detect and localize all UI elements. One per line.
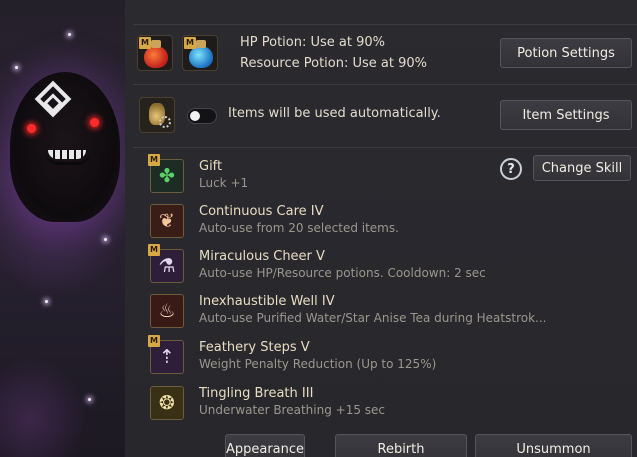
skill-row-inexhaustible-well[interactable]: ♨ Inexhaustible Well IV Auto-use Purifie… [148, 292, 628, 334]
sparkle [45, 300, 48, 303]
fairy-icon: ❦ [150, 204, 184, 238]
hp-potion-icon [144, 46, 168, 68]
divider [133, 147, 637, 148]
pet-right-eye [90, 118, 99, 127]
sparkle [88, 398, 91, 401]
skill-name: Tingling Breath III [199, 386, 314, 401]
sparkle [104, 238, 107, 241]
item-settings-button[interactable]: Item Settings [500, 100, 632, 130]
bubbles-icon: ❂ [150, 386, 184, 420]
divider [133, 24, 637, 25]
gear-icon [159, 116, 171, 128]
teacup-icon: ♨ [150, 294, 184, 328]
skill-desc: Auto-use HP/Resource potions. Cooldown: … [199, 266, 486, 280]
auto-use-toggle[interactable] [187, 108, 217, 124]
auto-use-label: Items will be used automatically. [228, 106, 441, 121]
skill-row-continuous-care[interactable]: ❦ Continuous Care IV Auto-use from 20 se… [148, 202, 628, 244]
hp-potion-threshold: HP Potion: Use at 90% [240, 35, 385, 50]
m-badge: M [184, 37, 196, 49]
unsummon-button[interactable]: Unsummon [475, 434, 632, 457]
skill-desc: Underwater Breathing +15 sec [199, 403, 386, 417]
skill-row-gift[interactable]: ✤ M Gift Luck +1 [148, 154, 628, 199]
pet-portrait [0, 0, 125, 457]
skill-name: Continuous Care IV [199, 204, 324, 219]
divider [133, 84, 637, 85]
toggle-knob [190, 111, 200, 121]
skill-row-tingling-breath[interactable]: ❂ Tingling Breath III Underwater Breathi… [148, 384, 628, 426]
items-slot [139, 97, 175, 133]
skill-row-miraculous-cheer[interactable]: ⚗ M Miraculous Cheer V Auto-use HP/Resou… [148, 244, 628, 289]
hp-potion-slot[interactable]: M [137, 35, 173, 71]
m-badge: M [148, 154, 160, 166]
m-badge: M [148, 335, 160, 347]
skill-desc: Weight Penalty Reduction (Up to 125%) [199, 357, 437, 371]
skill-name: Inexhaustible Well IV [199, 294, 335, 309]
resource-potion-threshold: Resource Potion: Use at 90% [240, 56, 428, 71]
flask-neck [151, 40, 161, 48]
skill-desc: Auto-use from 20 selected items. [199, 221, 399, 235]
pet-left-eye [27, 124, 36, 133]
skill-desc: Auto-use Purified Water/Star Anise Tea d… [199, 311, 547, 325]
skill-name: Feathery Steps V [199, 340, 310, 355]
pet-mouth [45, 151, 91, 165]
skill-desc: Luck +1 [199, 176, 249, 190]
resource-potion-icon [189, 46, 213, 68]
skill-name: Miraculous Cheer V [199, 249, 325, 264]
resource-potion-slot[interactable]: M [182, 35, 218, 71]
potion-settings-button[interactable]: Potion Settings [500, 38, 632, 68]
appearance-button[interactable]: Appearance [225, 434, 305, 457]
skill-row-feathery-steps[interactable]: ⇡ M Feathery Steps V Weight Penalty Redu… [148, 335, 628, 380]
m-badge: M [139, 37, 151, 49]
skill-name: Gift [199, 159, 223, 174]
flask-neck [196, 40, 206, 48]
sparkle [15, 66, 18, 69]
sparkle [68, 33, 71, 36]
m-badge: M [148, 244, 160, 256]
rebirth-button[interactable]: Rebirth [335, 434, 467, 457]
